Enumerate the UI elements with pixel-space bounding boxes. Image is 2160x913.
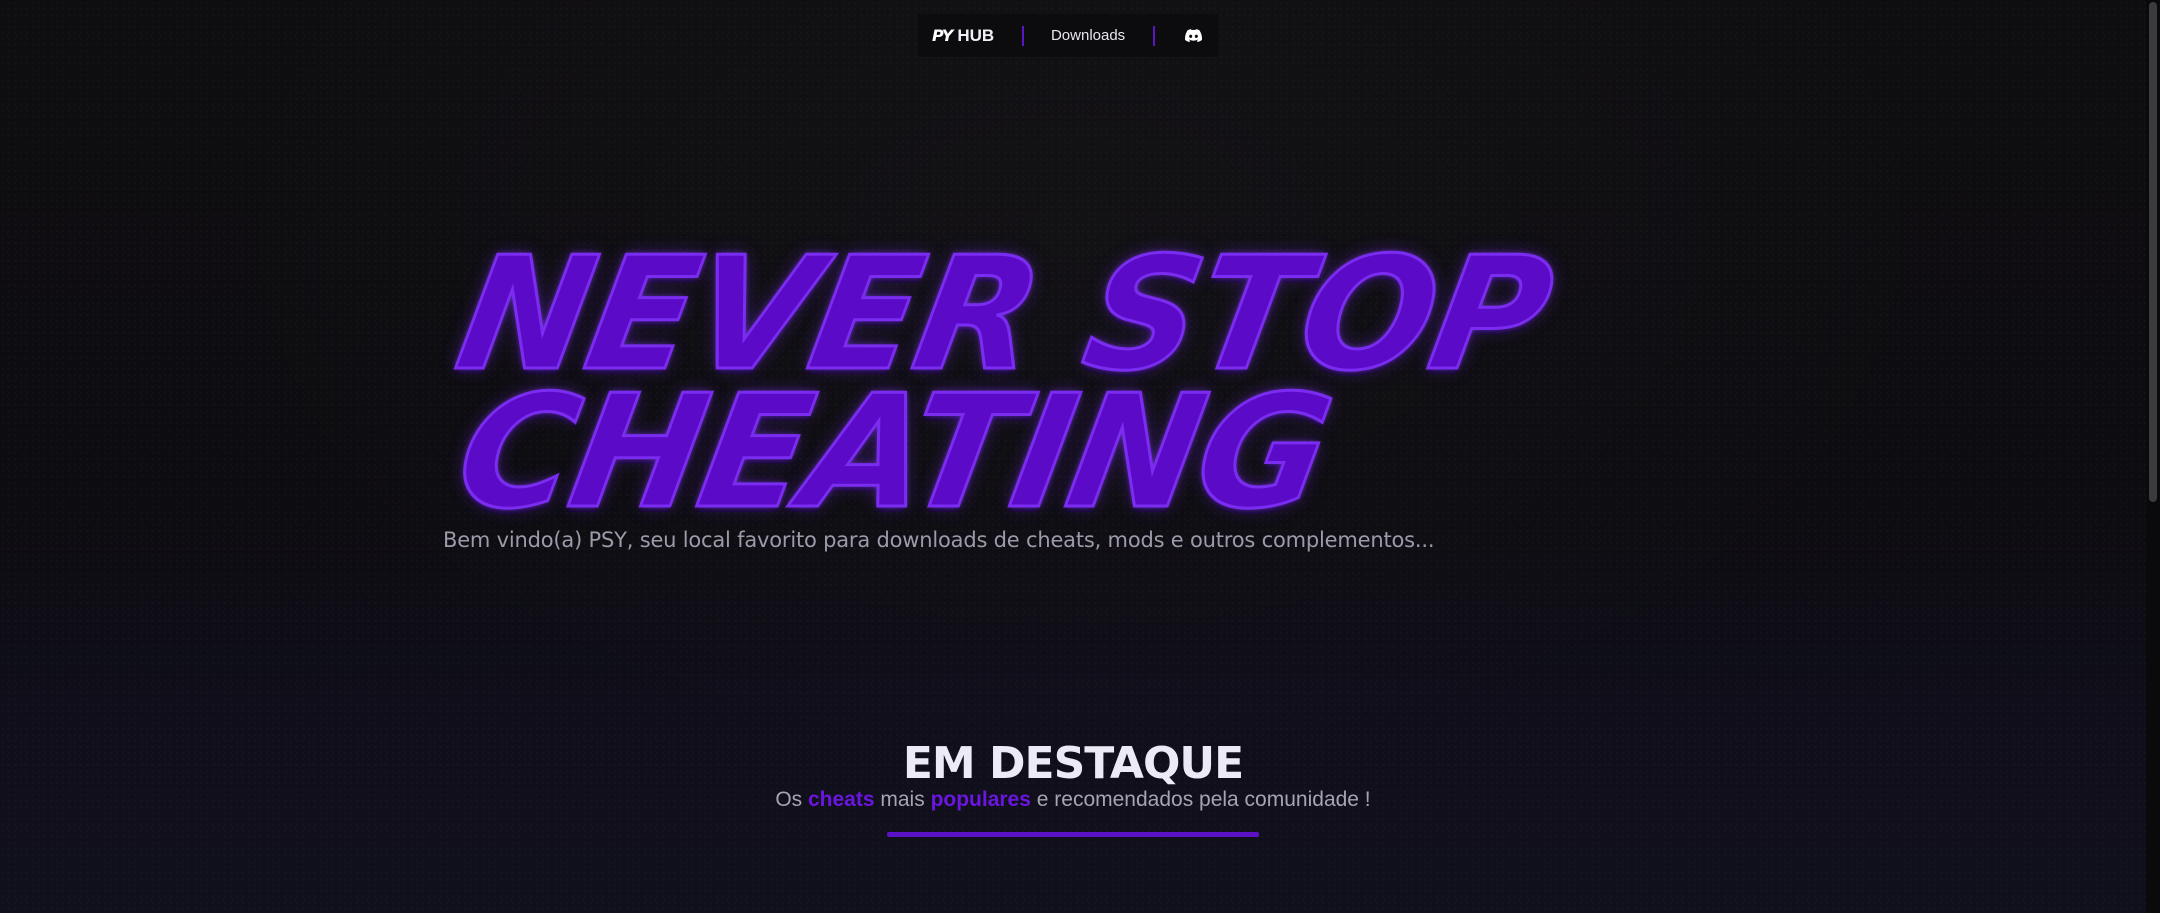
brand-label: HUB — [957, 25, 995, 45]
featured-underline — [887, 832, 1259, 837]
discord-icon[interactable] — [1182, 25, 1204, 47]
nav-divider — [1152, 25, 1155, 46]
nav-divider — [1021, 25, 1024, 46]
featured-subtitle-text: e recomendados pela comunidade ! — [1030, 788, 1371, 811]
page: PY HUB Downloads NEVER STOP CHEATING Bem… — [0, 0, 2160, 913]
featured-subtitle-accent: cheats — [808, 788, 875, 811]
featured-subtitle: Os cheats mais populares e recomendados … — [0, 788, 2146, 812]
featured-title: EM DESTAQUE — [902, 738, 1244, 789]
top-navbar: PY HUB Downloads — [918, 14, 1218, 58]
hero-title-line-2: CHEATING — [444, 360, 1344, 545]
downloads-link[interactable]: Downloads — [1051, 27, 1125, 44]
brand-logo-icon: PY — [932, 26, 953, 45]
featured-subtitle-text: mais — [874, 788, 931, 811]
scrollbar-thumb[interactable] — [2149, 2, 2157, 502]
featured-subtitle-accent: populares — [930, 788, 1031, 811]
featured-subtitle-text: Os — [775, 788, 808, 811]
hero-subtitle: Bem vindo(a) PSY, seu local favorito par… — [443, 528, 1435, 552]
discord-glyph — [1184, 29, 1202, 42]
page-scrollbar[interactable] — [2146, 0, 2160, 913]
brand-link[interactable]: PY HUB — [932, 26, 994, 46]
